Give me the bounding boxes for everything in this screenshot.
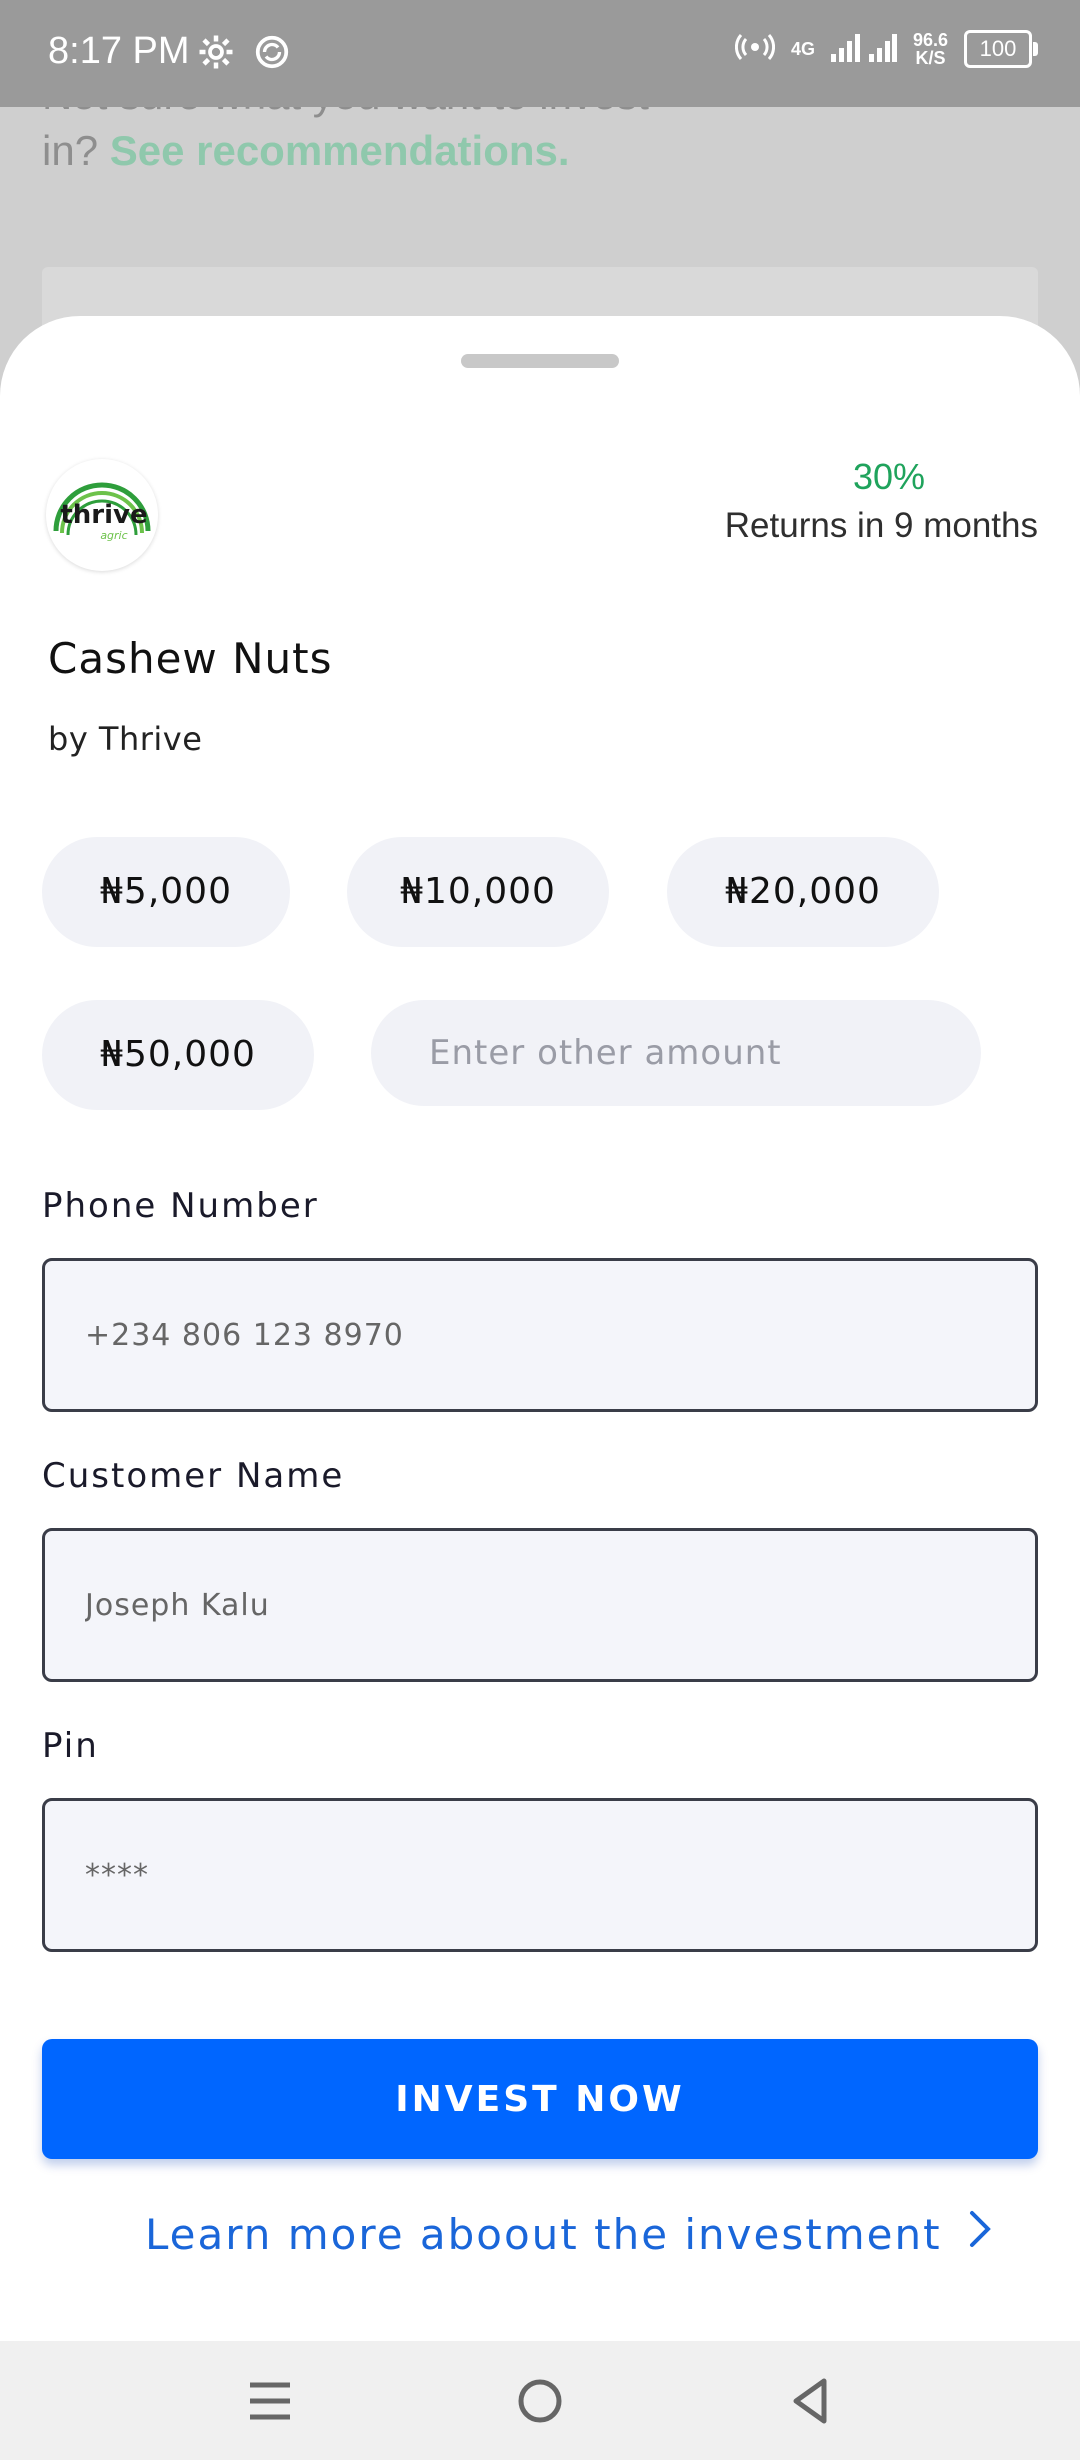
network-type: 4G bbox=[790, 38, 815, 59]
pin-field[interactable] bbox=[42, 1798, 1038, 1952]
logo-text: thrive bbox=[60, 500, 147, 530]
phone-field[interactable] bbox=[42, 1258, 1038, 1412]
customer-name-label: Customer Name bbox=[42, 1456, 345, 1496]
battery-level: 100 bbox=[979, 36, 1017, 61]
provider-logo: thrive agric bbox=[46, 459, 158, 571]
net-speed-value: 96.6 bbox=[912, 30, 948, 50]
amount-chip-10000[interactable]: ₦10,000 bbox=[347, 837, 609, 947]
logo-subtext: agric bbox=[100, 529, 127, 542]
net-speed-unit: K/S bbox=[915, 48, 946, 68]
net-speed: 96.6 K/S bbox=[913, 31, 948, 67]
prompt-line-2: in? bbox=[42, 127, 110, 174]
amount-chip-50000[interactable]: ₦50,000 bbox=[42, 1000, 314, 1110]
amount-chip-20000[interactable]: ₦20,000 bbox=[667, 837, 939, 947]
status-time: 8:17 PM bbox=[48, 30, 190, 72]
settings-icon bbox=[198, 34, 234, 74]
back-icon[interactable] bbox=[780, 2371, 840, 2431]
signal-icon bbox=[830, 32, 897, 67]
product-name: Cashew Nuts bbox=[48, 634, 333, 683]
chevron-right-icon bbox=[968, 2209, 992, 2259]
see-recommendations-link[interactable]: See recommendations. bbox=[110, 127, 570, 174]
battery-icon: 100 bbox=[964, 30, 1038, 68]
provider-name: by Thrive bbox=[48, 720, 203, 758]
sync-icon bbox=[254, 34, 290, 74]
other-amount-input[interactable] bbox=[371, 1000, 981, 1106]
phone-label: Phone Number bbox=[42, 1186, 319, 1226]
status-bar: 8:17 PM 4G 96.6 K/S 100 bbox=[0, 0, 1080, 107]
invest-now-button[interactable]: INVEST NOW bbox=[42, 2039, 1038, 2159]
returns-label: Returns in 9 months bbox=[724, 506, 1038, 545]
customer-name-field[interactable] bbox=[42, 1528, 1038, 1682]
pin-label: Pin bbox=[42, 1726, 99, 1766]
hotspot-icon bbox=[734, 32, 776, 67]
amount-chip-5000[interactable]: ₦5,000 bbox=[42, 837, 290, 947]
home-icon[interactable] bbox=[510, 2371, 570, 2431]
menu-icon[interactable] bbox=[240, 2371, 300, 2431]
system-nav-bar bbox=[0, 2341, 1080, 2460]
returns-percent: 30% bbox=[852, 456, 925, 497]
learn-more-label: Learn more aboout the investment bbox=[145, 2209, 942, 2259]
investment-sheet: thrive agric 30% Returns in 9 months Cas… bbox=[0, 316, 1080, 2341]
sheet-grabber[interactable] bbox=[461, 354, 619, 368]
learn-more-link[interactable]: Learn more aboout the investment bbox=[145, 2209, 992, 2259]
